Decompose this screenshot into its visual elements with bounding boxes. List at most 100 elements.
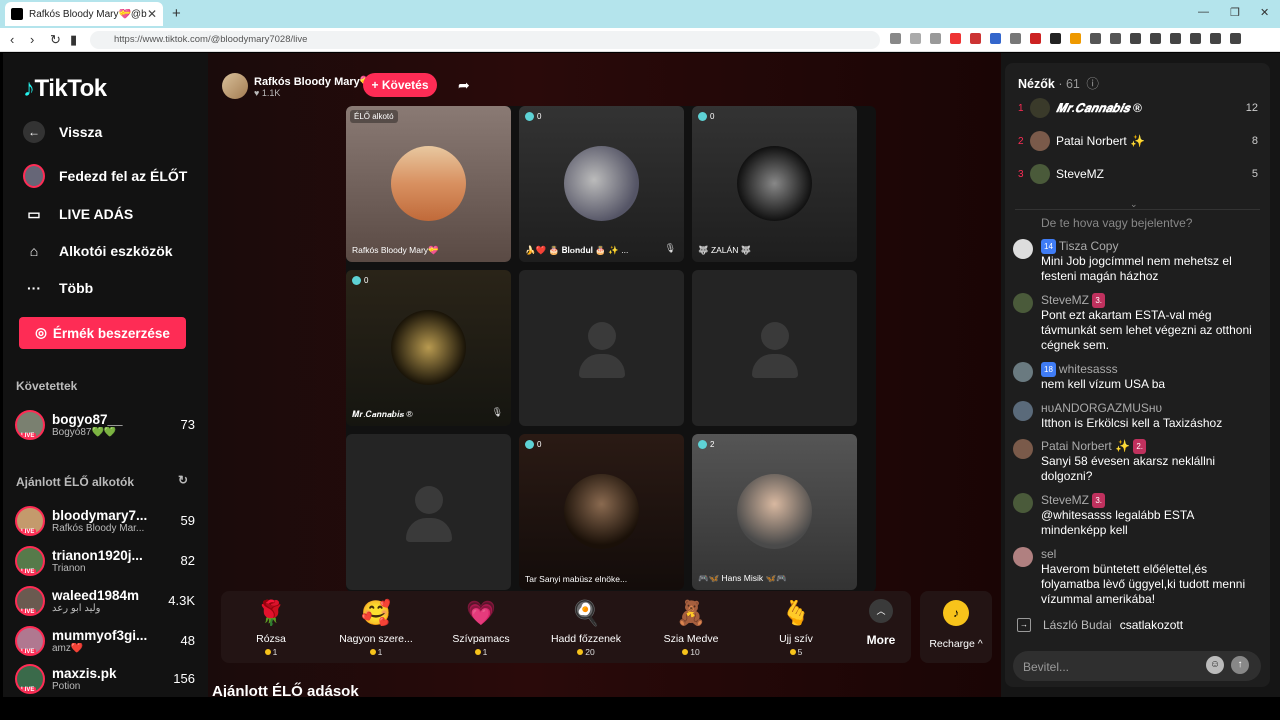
gift-bear[interactable]: 🧸 Szia Medve 10	[651, 599, 731, 657]
new-tab-icon[interactable]: +	[172, 5, 181, 22]
translate-icon[interactable]	[890, 33, 901, 44]
extension-icon[interactable]	[1190, 33, 1201, 44]
multi-guest-grid: ÉLŐ alkotó Rafkós Bloody Mary💝 0 🍌❤️ 🎂 𝐁…	[346, 106, 876, 592]
guest-cell[interactable]: 0 🍌❤️ 🎂 𝐁𝐥𝐨𝐧𝐝𝐮𝐥 🎂 ✨ ... 🎙	[519, 106, 684, 262]
share-icon[interactable]	[930, 33, 941, 44]
buy-coins-button[interactable]: ◎ Érmék beszerzése	[19, 317, 186, 349]
chevron-up-icon: ︿	[869, 599, 893, 623]
minimize-icon[interactable]: —	[1198, 6, 1209, 18]
guest-cell[interactable]: 0 𝑴𝒓.𝑪𝒂𝒏𝒏𝒂𝒃𝒊𝒔 ® 🎙	[346, 270, 511, 426]
gift-cook[interactable]: 🍳 Hadd főzzenek 20	[546, 599, 626, 657]
more-gifts-button[interactable]: ︿ More	[861, 599, 901, 647]
empty-guest-slot[interactable]	[346, 434, 511, 590]
forward-icon[interactable]: ›	[30, 32, 34, 47]
gift-rose[interactable]: 🌹 Rózsa 1	[231, 599, 311, 657]
video-camera-icon: ▭	[27, 205, 41, 222]
share-arrow-icon[interactable]: ➦	[458, 77, 470, 94]
extension-icon[interactable]	[1090, 33, 1101, 44]
guest-cell-host[interactable]: ÉLŐ alkotó Rafkós Bloody Mary💝	[346, 106, 511, 262]
top-viewer[interactable]: 2 Patai Norbert ✨ 8	[1018, 129, 1258, 153]
person-placeholder-icon	[406, 486, 452, 542]
avatar	[1030, 131, 1050, 151]
top-viewer[interactable]: 1 𝑴𝒓.𝑪𝒂𝒏𝒏𝒂𝒃𝒊𝒔 ® 12	[1018, 96, 1258, 120]
guest-avatar	[391, 146, 466, 221]
vpn-icon[interactable]	[1210, 33, 1221, 44]
guest-avatar	[564, 146, 639, 221]
avatar: LIVE	[15, 506, 45, 536]
follow-button[interactable]: + Követés	[363, 73, 437, 97]
extension-icon[interactable]	[1030, 33, 1041, 44]
empty-guest-slot[interactable]	[519, 270, 684, 426]
url-field[interactable]: https://www.tiktok.com/@bloodymary7028/l…	[90, 31, 880, 49]
avatar	[1030, 98, 1050, 118]
close-tab-icon[interactable]: ✕	[147, 7, 157, 21]
top-viewer[interactable]: 3 SteveMZ 5	[1018, 162, 1258, 186]
extension-icon[interactable]	[1070, 33, 1081, 44]
info-icon: ⓘ	[1086, 77, 1099, 91]
browser-tab[interactable]: Rafkós Bloody Mary💝@bl... ✕	[5, 2, 163, 26]
avatar	[1013, 239, 1033, 259]
guest-avatar	[391, 310, 466, 385]
viewer-badge: 0	[525, 440, 541, 449]
viewer-badge: 0	[698, 112, 714, 121]
sidebar-item-explore[interactable]: Fedezd fel az ÉLŐT	[23, 164, 187, 188]
wallet-icon[interactable]	[1170, 33, 1181, 44]
avatar: LIVE	[15, 664, 45, 694]
person-placeholder-icon	[579, 322, 625, 378]
chat-message: 18 whitesasss nem kell vízum USA ba	[1013, 362, 1261, 392]
guest-cell[interactable]: 0 🐺 ZALÁN 🐺	[692, 106, 857, 262]
gift-bar: 🌹 Rózsa 1 🥰 Nagyon szere... 1 💗 Szívpamacs…	[221, 591, 911, 663]
bookmark-icon[interactable]: ▮	[70, 32, 77, 48]
rose-icon: 🌹	[256, 600, 286, 627]
chat-message: SteveMZ 3. Pont ezt akartam ESTA-val még…	[1013, 293, 1261, 353]
refresh-icon[interactable]: ↻	[178, 473, 188, 487]
heart-icon: 💗	[466, 600, 496, 627]
following-account[interactable]: LIVE bogyo87__ Bogyó87💚💚 73	[15, 407, 195, 443]
extension-icon[interactable]	[1110, 33, 1121, 44]
extension-icon[interactable]	[990, 33, 1001, 44]
recommended-account[interactable]: LIVE mummyof3gi... amz❤️ 48	[15, 623, 195, 659]
recommended-account[interactable]: LIVE maxzis.pk Potion 156	[15, 661, 195, 697]
emoji-icon[interactable]: ☺	[1206, 656, 1224, 674]
recommended-account[interactable]: LIVE trianon1920j... Trianon 82	[15, 543, 195, 579]
back-icon[interactable]: ‹	[10, 32, 14, 47]
music-icon[interactable]	[1130, 33, 1141, 44]
extension-icon[interactable]	[1010, 33, 1021, 44]
guest-name: 🐺 ZALÁN 🐺	[698, 245, 752, 255]
chat-message: ʜᴜANDORGAZMUSʜᴜ Itthon is Erkölcsi kell …	[1013, 401, 1261, 431]
guest-avatar	[737, 474, 812, 549]
back-link[interactable]: ← Vissza	[23, 121, 102, 143]
tiktok-logo[interactable]: ♪TikTok	[23, 75, 107, 103]
zoom-icon[interactable]	[910, 33, 921, 44]
sidebar-item-creator-tools[interactable]: ⌂ Alkotói eszközök	[23, 240, 173, 262]
extension-icon[interactable]	[970, 33, 981, 44]
gift-finger-heart[interactable]: 🫰 Ujj szív 5	[756, 599, 836, 657]
extension-icon[interactable]	[1050, 33, 1061, 44]
send-icon[interactable]: ↑	[1231, 656, 1249, 674]
sidebar-icon[interactable]	[1150, 33, 1161, 44]
reload-icon[interactable]: ↻	[50, 32, 61, 48]
gift-heart-puff[interactable]: 💗 Szívpamacs 1	[441, 599, 521, 657]
shield-extension-icon[interactable]	[950, 33, 961, 44]
host-info[interactable]: Rafkós Bloody Mary💝 ♥ 1.1K	[222, 73, 373, 99]
gift-love[interactable]: 🥰 Nagyon szere... 1	[336, 599, 416, 657]
following-header: Követettek	[16, 379, 78, 393]
host-avatar	[222, 73, 248, 99]
recharge-button[interactable]: ♪ Recharge ^	[920, 591, 992, 663]
viewer-badge: 2	[698, 440, 714, 449]
restore-icon[interactable]: ❐	[1230, 6, 1240, 19]
sidebar-item-live[interactable]: ▭ LIVE ADÁS	[23, 203, 133, 225]
sidebar-item-more[interactable]: ··· Több	[23, 277, 93, 299]
empty-guest-slot[interactable]	[692, 270, 857, 426]
recommended-account[interactable]: LIVE bloodymary7... Rafkós Bloody Mar... …	[15, 503, 195, 539]
recommended-account[interactable]: LIVE waleed1984m وليد ابو رعد 4.3K	[15, 583, 195, 619]
guest-cell[interactable]: 2 🎮🦋 Hans Misik 🦋🎮	[692, 434, 857, 590]
extension-icons	[890, 33, 1241, 44]
muted-mic-icon: 🎙	[491, 407, 503, 417]
close-window-icon[interactable]: ✕	[1260, 6, 1269, 19]
divider	[1015, 209, 1260, 210]
browser-tab-bar: Rafkós Bloody Mary💝@bl... ✕ + — ❐ ✕	[0, 0, 1280, 28]
menu-icon[interactable]	[1230, 33, 1241, 44]
home-icon: ⌂	[29, 243, 39, 259]
guest-cell[interactable]: 0 Tar Sanyi mabüsz elnöke...	[519, 434, 684, 590]
